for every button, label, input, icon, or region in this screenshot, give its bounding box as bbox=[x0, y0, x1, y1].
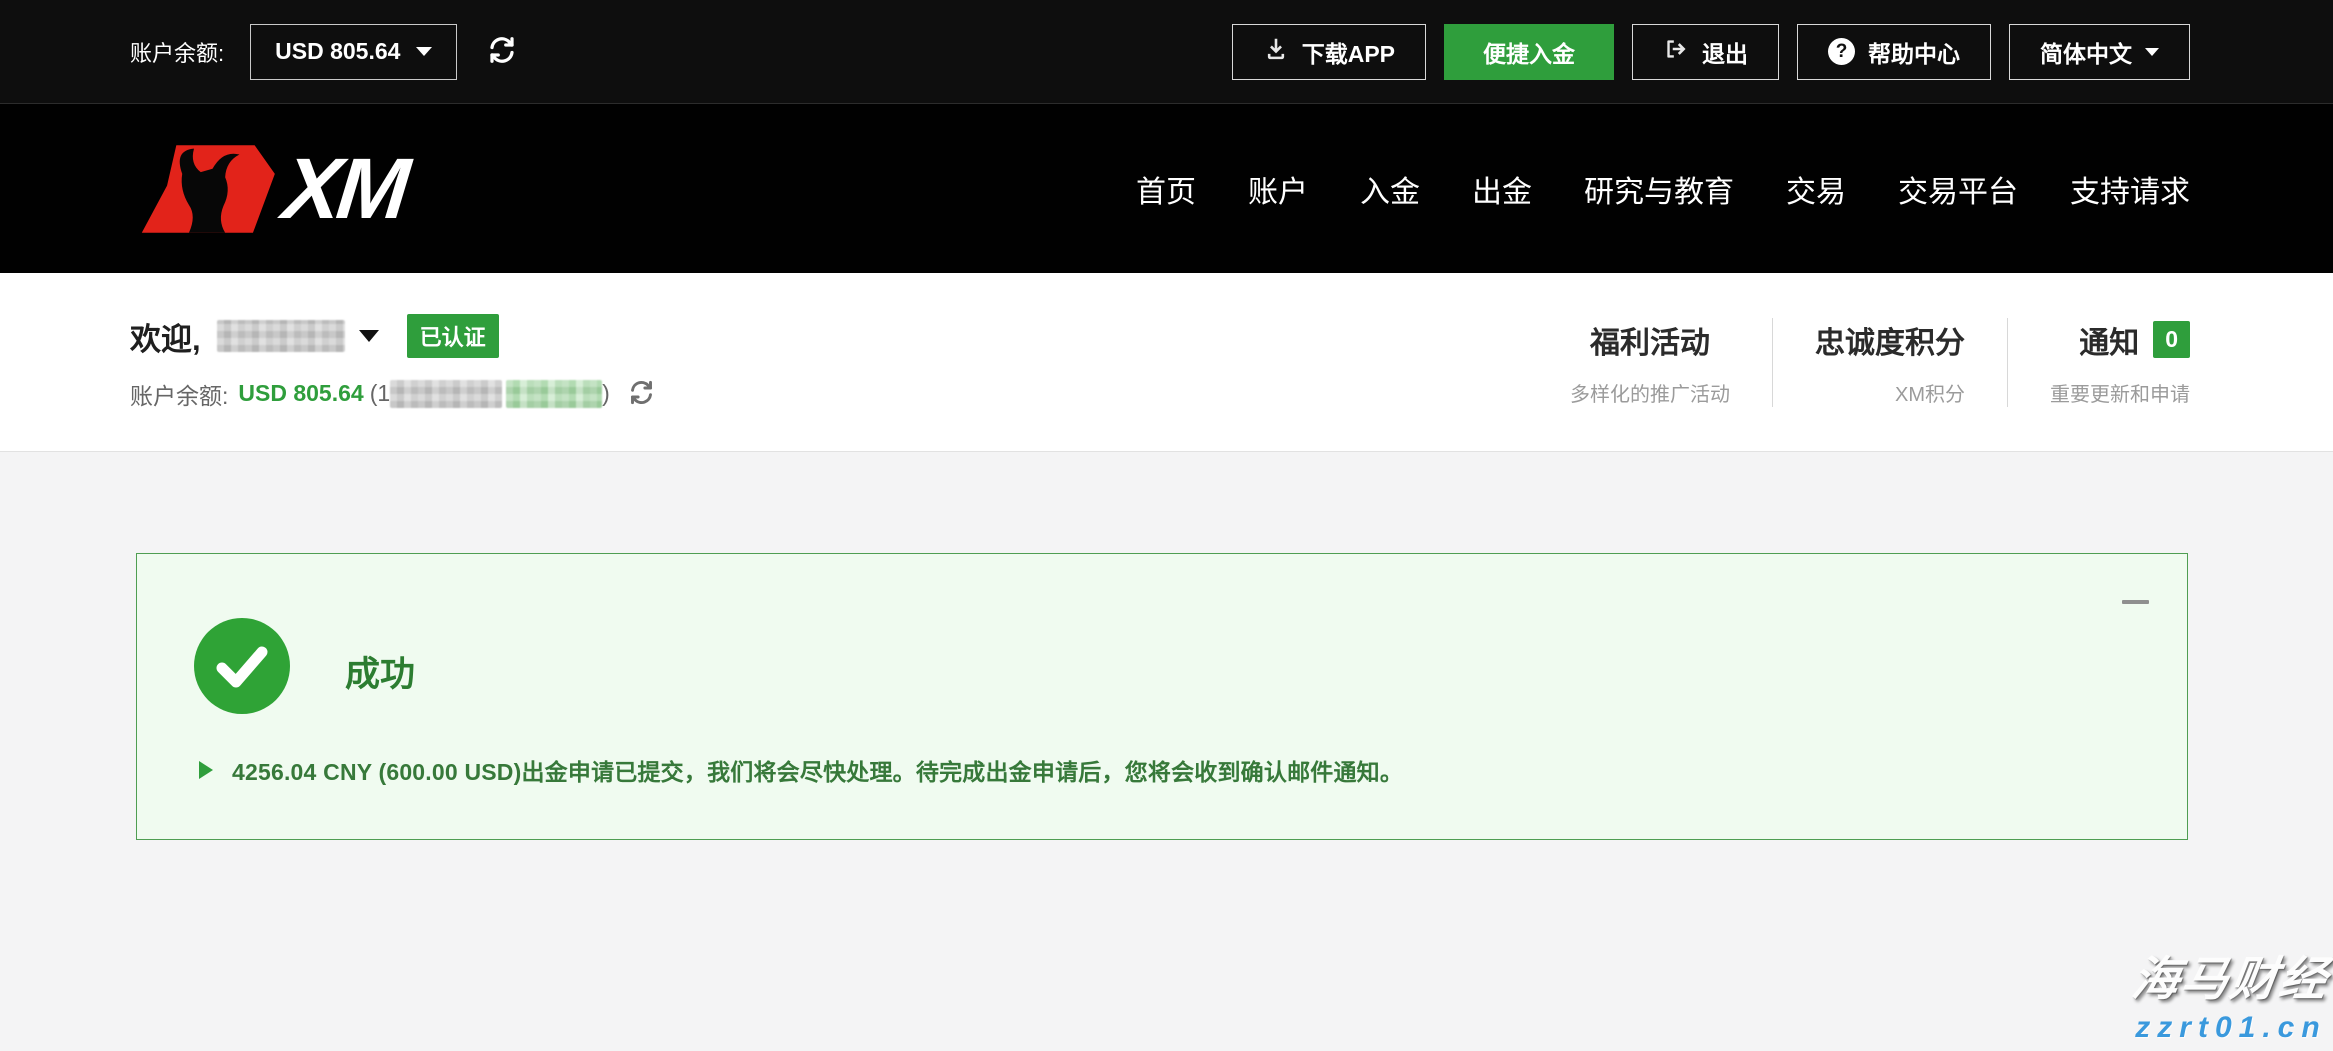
topbar-actions: 下载APP 便捷入金 退出 ? 帮助中心 简体中文 bbox=[1232, 24, 2190, 80]
help-center-button[interactable]: ? 帮助中心 bbox=[1797, 24, 1991, 80]
alert-title: 成功 bbox=[345, 646, 415, 697]
account-balance-dropdown[interactable]: USD 805.64 bbox=[250, 24, 457, 80]
paren-close: ) bbox=[602, 380, 610, 407]
promotions-title: 福利活动 bbox=[1570, 318, 1730, 362]
verified-badge: 已认证 bbox=[407, 314, 499, 358]
welcome-left: 欢迎, 已认证 账户余额: USD 805.64 (1 ) bbox=[130, 314, 655, 411]
quick-deposit-button[interactable]: 便捷入金 bbox=[1444, 24, 1614, 80]
logout-button[interactable]: 退出 bbox=[1632, 24, 1779, 80]
logout-icon bbox=[1663, 36, 1689, 68]
main-nav-bar: XM 首页 账户 入金 出金 研究与教育 交易 交易平台 支持请求 bbox=[0, 104, 2333, 273]
redacted-account-number bbox=[390, 380, 502, 408]
notifications-count-badge: 0 bbox=[2153, 321, 2190, 358]
notifications-title: 通知 bbox=[2079, 318, 2139, 362]
nav-item-trading[interactable]: 交易 bbox=[1786, 167, 1846, 211]
promotions-link[interactable]: 福利活动 多样化的推广活动 bbox=[1528, 318, 1772, 407]
loyalty-title: 忠诚度积分 bbox=[1815, 318, 1965, 362]
nav-item-home[interactable]: 首页 bbox=[1136, 167, 1196, 211]
nav-item-research-education[interactable]: 研究与教育 bbox=[1584, 167, 1734, 211]
chevron-down-icon[interactable] bbox=[359, 330, 379, 342]
welcome-quick-links: 福利活动 多样化的推广活动 忠诚度积分 XM积分 通知 0 重要更新和申请 bbox=[1528, 318, 2190, 407]
nav-item-withdraw[interactable]: 出金 bbox=[1472, 167, 1532, 211]
collapse-alert-button[interactable] bbox=[2122, 600, 2149, 604]
loyalty-points-link[interactable]: 忠诚度积分 XM积分 bbox=[1772, 318, 2007, 407]
download-app-button[interactable]: 下载APP bbox=[1232, 24, 1426, 80]
download-app-label: 下载APP bbox=[1302, 35, 1395, 69]
chevron-down-icon bbox=[2145, 48, 2159, 56]
language-label: 简体中文 bbox=[2040, 35, 2132, 69]
nav-item-platforms[interactable]: 交易平台 bbox=[1898, 167, 2018, 211]
balance-label: 账户余额: bbox=[130, 377, 228, 411]
nav-item-account[interactable]: 账户 bbox=[1248, 167, 1308, 211]
checkmark-circle-icon bbox=[194, 618, 290, 714]
chevron-down-icon bbox=[416, 47, 432, 56]
notifications-subtitle: 重要更新和申请 bbox=[2050, 378, 2190, 407]
xm-logo[interactable]: XM bbox=[130, 133, 405, 245]
balance-value: USD 805.64 bbox=[238, 380, 363, 407]
topbar-balance-label: 账户余额: bbox=[130, 36, 224, 68]
help-center-label: 帮助中心 bbox=[1868, 35, 1960, 69]
download-icon bbox=[1263, 36, 1289, 68]
xm-logo-text: XM bbox=[279, 146, 409, 232]
main-content: 成功 4256.04 CNY (600.00 USD)出金申请已提交，我们将会尽… bbox=[0, 452, 2333, 1050]
redacted-username bbox=[217, 320, 345, 352]
redacted-account-type bbox=[506, 380, 602, 408]
greeting-text: 欢迎, bbox=[130, 314, 201, 359]
refresh-account-button[interactable] bbox=[628, 379, 655, 409]
top-utility-bar: 账户余额: USD 805.64 下载APP 便捷入金 bbox=[0, 0, 2333, 104]
nav-item-support[interactable]: 支持请求 bbox=[2070, 167, 2190, 211]
logout-label: 退出 bbox=[1702, 35, 1748, 69]
refresh-icon bbox=[487, 35, 517, 68]
alert-message: 4256.04 CNY (600.00 USD)出金申请已提交，我们将会尽快处理… bbox=[232, 753, 1403, 787]
success-alert: 成功 4256.04 CNY (600.00 USD)出金申请已提交，我们将会尽… bbox=[136, 553, 2188, 840]
nav-menu: 首页 账户 入金 出金 研究与教育 交易 交易平台 支持请求 bbox=[1136, 167, 2190, 211]
play-triangle-icon bbox=[199, 761, 213, 779]
quick-deposit-label: 便捷入金 bbox=[1483, 35, 1575, 69]
account-balance-value: USD 805.64 bbox=[275, 38, 400, 65]
refresh-balance-button[interactable] bbox=[487, 35, 517, 68]
welcome-strip: 欢迎, 已认证 账户余额: USD 805.64 (1 ) bbox=[0, 273, 2333, 452]
notifications-link[interactable]: 通知 0 重要更新和申请 bbox=[2007, 318, 2190, 407]
xm-bull-logo-icon bbox=[130, 133, 290, 245]
question-circle-icon: ? bbox=[1828, 38, 1855, 65]
nav-item-deposit[interactable]: 入金 bbox=[1360, 167, 1420, 211]
refresh-icon bbox=[628, 379, 655, 409]
loyalty-subtitle: XM积分 bbox=[1815, 378, 1965, 407]
language-dropdown[interactable]: 简体中文 bbox=[2009, 24, 2190, 80]
paren-open: (1 bbox=[370, 380, 390, 407]
promotions-subtitle: 多样化的推广活动 bbox=[1570, 378, 1730, 407]
